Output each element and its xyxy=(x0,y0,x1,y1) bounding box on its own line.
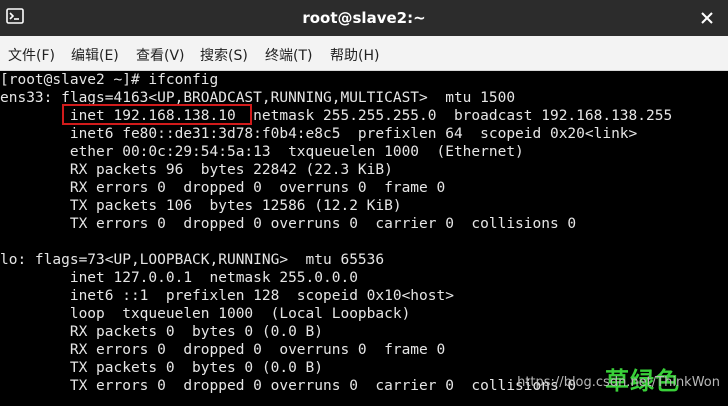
terminal-line: inet6 ::1 prefixlen 128 scopeid 0x10<hos… xyxy=(0,288,454,304)
terminal-line: TX packets 106 bytes 12586 (12.2 KiB) xyxy=(0,198,402,214)
terminal-window: root@slave2:~ 文件(F) 编辑(E) 查看(V) 搜索(S) 终端… xyxy=(0,0,728,406)
terminal-line: TX errors 0 dropped 0 overruns 0 carrier… xyxy=(0,216,577,232)
menu-search[interactable]: 搜索(S) xyxy=(200,45,248,65)
ip-highlight-box xyxy=(62,104,252,125)
terminal-line: RX errors 0 dropped 0 overruns 0 frame 0 xyxy=(0,342,446,358)
terminal-output[interactable]: [root@slave2 ~]# ifconfig ens33: flags=4… xyxy=(0,71,728,406)
terminal-line: RX packets 0 bytes 0 (0.0 B) xyxy=(0,324,324,340)
window-title: root@slave2:~ xyxy=(302,9,426,27)
close-icon xyxy=(701,12,713,24)
menu-edit[interactable]: 编辑(E) xyxy=(71,45,119,65)
terminal-line: ether 00:0c:29:54:5a:13 txqueuelen 1000 … xyxy=(0,144,524,160)
terminal-line: RX packets 96 bytes 22842 (22.3 KiB) xyxy=(0,162,393,178)
close-button[interactable] xyxy=(696,7,718,29)
terminal-line: RX errors 0 dropped 0 overruns 0 frame 0 xyxy=(0,180,446,196)
menu-view[interactable]: 查看(V) xyxy=(136,45,185,65)
terminal-line: TX packets 0 bytes 0 (0.0 B) xyxy=(0,360,324,376)
menu-terminal[interactable]: 终端(T) xyxy=(265,45,312,65)
terminal-line: loop txqueuelen 1000 (Local Loopback) xyxy=(0,306,411,322)
terminal-line: inet 127.0.0.1 netmask 255.0.0.0 xyxy=(0,270,358,286)
terminal-line: TX errors 0 dropped 0 overruns 0 carrier… xyxy=(0,378,577,394)
menu-bar: 文件(F) 编辑(E) 查看(V) 搜索(S) 终端(T) 帮助(H) xyxy=(0,36,728,71)
terminal-line: inet6 fe80::de31:3d78:f0b4:e8c5 prefixle… xyxy=(0,126,638,142)
terminal-line: lo: flags=73<UP,LOOPBACK,RUNNING> mtu 65… xyxy=(0,252,385,268)
menu-help[interactable]: 帮助(H) xyxy=(330,45,379,65)
menu-file[interactable]: 文件(F) xyxy=(8,45,55,65)
title-bar: root@slave2:~ xyxy=(0,0,728,36)
credit-watermark: https://blog.csdn.net/ThinkWon xyxy=(517,375,720,390)
terminal-line: [root@slave2 ~]# ifconfig xyxy=(0,72,219,88)
